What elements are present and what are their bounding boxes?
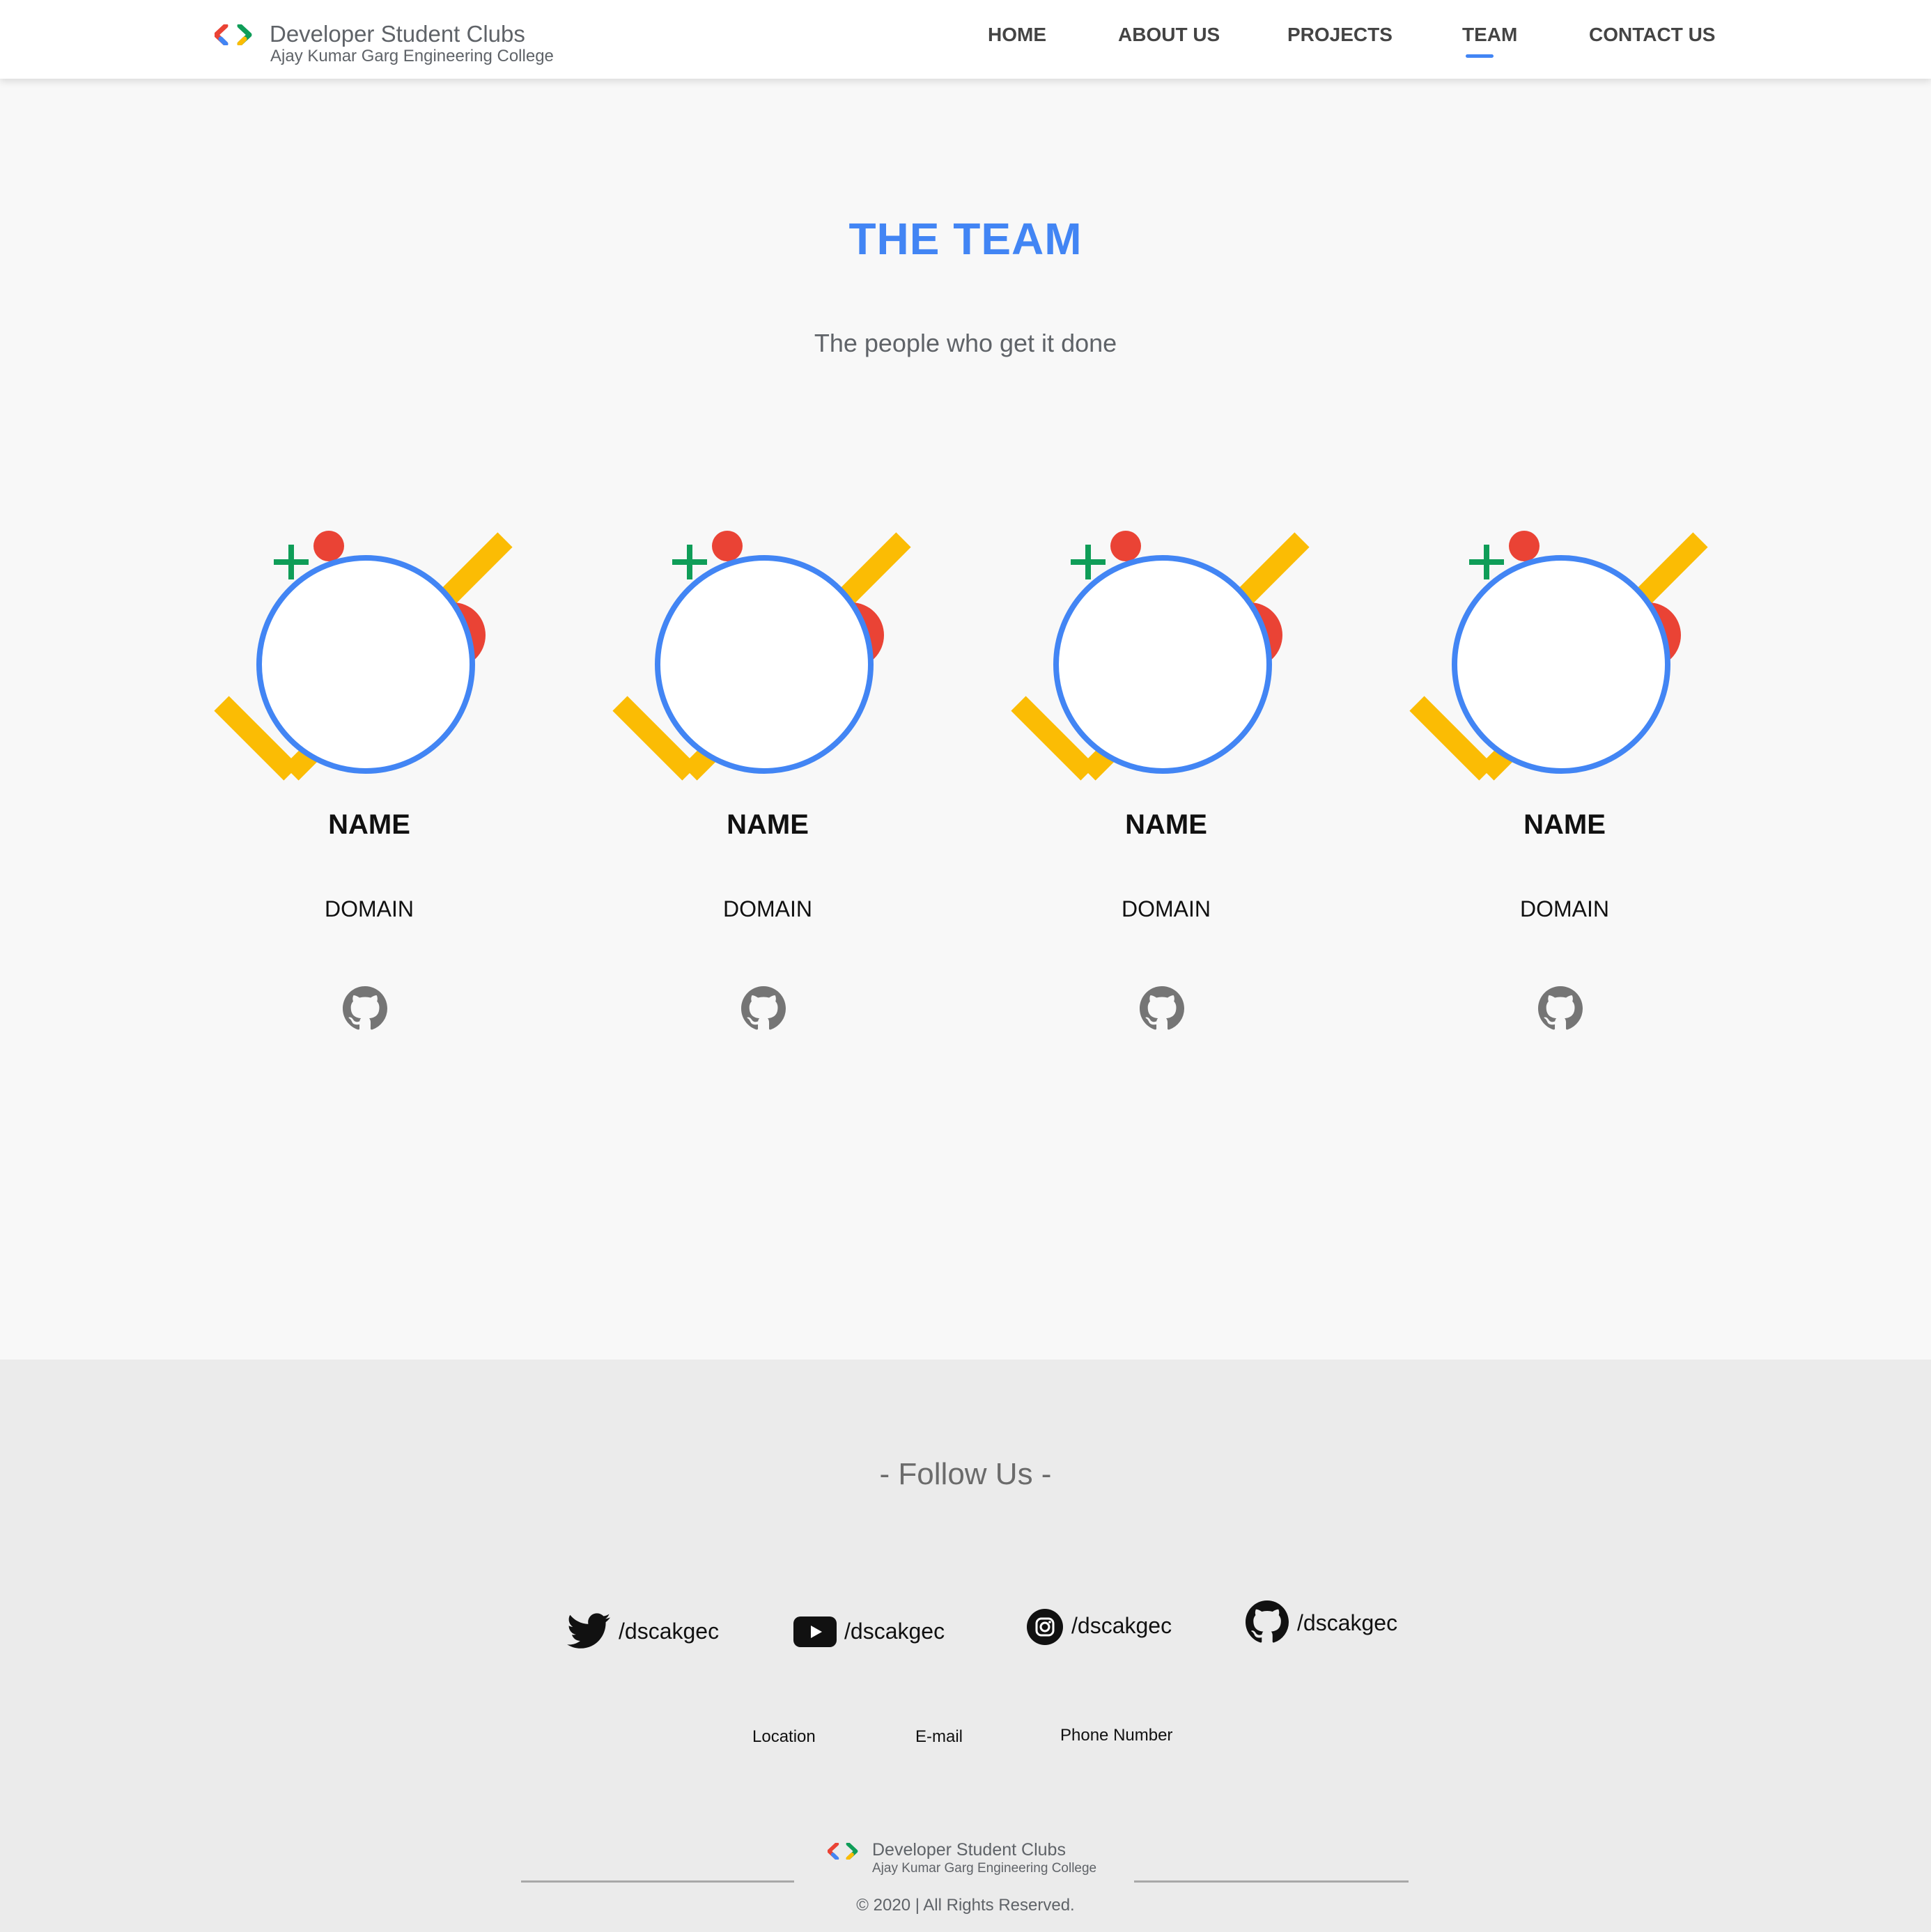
twitter-handle: /dscakgec — [619, 1619, 720, 1644]
member-domain: DOMAIN — [1122, 896, 1211, 921]
team-member-card: NAME DOMAIN — [209, 524, 529, 1046]
nav-home[interactable]: HOME — [988, 22, 1046, 50]
footer-brand-subtitle: Ajay Kumar Garg Engineering College — [872, 1861, 1097, 1876]
footer-brand-logo[interactable]: Developer Student Clubs Ajay Kumar Garg … — [828, 1840, 1120, 1882]
nav-active-indicator — [1466, 54, 1494, 58]
social-link-instagram[interactable]: /dscakgec — [1027, 1603, 1180, 1652]
social-link-github[interactable]: /dscakgec — [1246, 1598, 1399, 1646]
nav-projects[interactable]: PROJECTS — [1287, 22, 1393, 50]
section-title: THE TEAM — [848, 214, 1083, 264]
github-handle: /dscakgec — [1297, 1610, 1398, 1635]
dsc-brand-logo[interactable]: Developer Student Clubs Ajay Kumar Garg … — [215, 21, 577, 70]
github-icon[interactable] — [1140, 986, 1184, 1031]
github-icon[interactable] — [343, 986, 387, 1031]
footer: - Follow Us - /dscakgec /dscakgec /dscak… — [0, 1360, 1931, 1932]
member-name: NAME — [1125, 809, 1207, 840]
member-avatar-frame — [612, 531, 911, 781]
nav-contact-us[interactable]: CONTACT US — [1589, 22, 1715, 50]
footer-divider-left — [521, 1880, 794, 1883]
nav-about-us[interactable]: ABOUT US — [1118, 22, 1220, 50]
member-avatar-frame — [1409, 531, 1708, 781]
github-icon[interactable] — [741, 986, 786, 1031]
brand-title: Developer Student Clubs — [270, 21, 525, 47]
contact-location[interactable]: Location — [752, 1727, 816, 1747]
team-member-card: NAME DOMAIN — [1006, 524, 1326, 1046]
nav-team[interactable]: TEAM — [1462, 22, 1517, 50]
contact-email[interactable]: E-mail — [915, 1727, 963, 1747]
member-avatar-frame — [1011, 531, 1310, 781]
member-name: NAME — [1523, 809, 1606, 840]
twitter-icon — [567, 1613, 610, 1649]
github-icon — [1246, 1600, 1289, 1643]
footer-divider-right — [1134, 1880, 1409, 1883]
member-name: NAME — [727, 809, 809, 840]
member-avatar-frame — [214, 531, 513, 781]
social-link-youtube[interactable]: /dscakgec — [793, 1609, 946, 1658]
section-subtitle: The people who get it done — [814, 329, 1117, 357]
top-navbar: Developer Student Clubs Ajay Kumar Garg … — [0, 0, 1931, 79]
member-name: NAME — [328, 809, 410, 840]
copyright-text: © 2020 | All Rights Reserved. — [856, 1896, 1075, 1915]
follow-us-heading: - Follow Us - — [879, 1457, 1052, 1491]
brand-subtitle: Ajay Kumar Garg Engineering College — [270, 47, 554, 65]
dsc-logo-icon — [215, 24, 252, 45]
team-member-card: NAME DOMAIN — [607, 524, 928, 1046]
dsc-logo-icon — [828, 1843, 858, 1860]
footer-brand-title: Developer Student Clubs — [872, 1840, 1066, 1860]
member-domain: DOMAIN — [325, 896, 414, 921]
youtube-icon — [793, 1617, 837, 1647]
team-member-card: NAME DOMAIN — [1404, 524, 1725, 1046]
member-domain: DOMAIN — [723, 896, 812, 921]
github-icon[interactable] — [1538, 986, 1583, 1031]
instagram-handle: /dscakgec — [1071, 1613, 1172, 1638]
contact-phone[interactable]: Phone Number — [1060, 1726, 1172, 1745]
member-domain: DOMAIN — [1520, 896, 1609, 921]
social-link-twitter[interactable]: /dscakgec — [567, 1609, 727, 1658]
youtube-handle: /dscakgec — [844, 1619, 945, 1644]
instagram-icon — [1027, 1609, 1063, 1645]
